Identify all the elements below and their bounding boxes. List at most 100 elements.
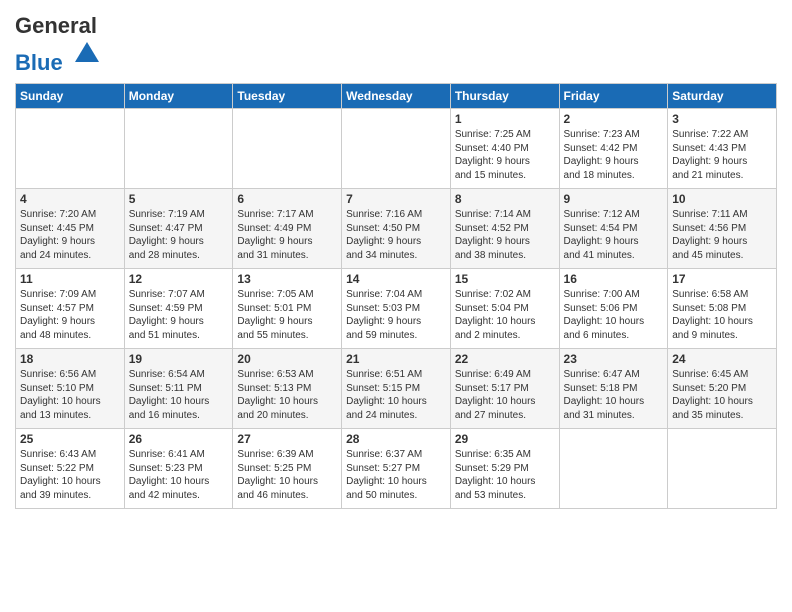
cell-content: Sunrise: 6:35 AM Sunset: 5:29 PM Dayligh…	[455, 448, 555, 502]
calendar-cell	[342, 109, 451, 189]
weekday-header-tuesday: Tuesday	[233, 84, 342, 109]
calendar-cell: 1Sunrise: 7:25 AM Sunset: 4:40 PM Daylig…	[450, 109, 559, 189]
calendar-cell: 26 Sunrise: 6:41 AM Sunset: 5:23 PM Dayli…	[124, 429, 233, 509]
calendar-cell: 17 Sunrise: 6:58 AM Sunset: 5:08 PM Dayli…	[668, 269, 777, 349]
calendar-cell	[559, 429, 668, 509]
weekday-header-saturday: Saturday	[668, 84, 777, 109]
day-number: 10	[672, 192, 772, 206]
calendar-cell: 13Sunrise: 7:05 AM Sunset: 5:01 PM Dayli…	[233, 269, 342, 349]
cell-content: Sunrise: 6:37 AM Sunset: 5:27 PM Dayligh…	[346, 448, 446, 502]
day-number: 25	[20, 432, 120, 446]
cell-content: Sunrise: 7:20 AM Sunset: 4:45 PM Dayligh…	[20, 208, 120, 262]
day-number: 5	[129, 192, 229, 206]
day-number: 14	[346, 272, 446, 286]
day-number: 13	[237, 272, 337, 286]
day-number: 17	[672, 272, 772, 286]
cell-content: Sunrise: 7:19 AM Sunset: 4:47 PM Dayligh…	[129, 208, 229, 262]
day-number: 19	[129, 352, 229, 366]
calendar-cell: 8 Sunrise: 7:14 AM Sunset: 4:52 PM Daylig…	[450, 189, 559, 269]
calendar-cell: 25 Sunrise: 6:43 AM Sunset: 5:22 PM Dayli…	[16, 429, 125, 509]
calendar-cell	[233, 109, 342, 189]
calendar-cell: 11 Sunrise: 7:09 AM Sunset: 4:57 PM Dayli…	[16, 269, 125, 349]
cell-content: Sunrise: 7:02 AM Sunset: 5:04 PM Dayligh…	[455, 288, 555, 342]
weekday-header-sunday: Sunday	[16, 84, 125, 109]
day-number: 29	[455, 432, 555, 446]
weekday-header-thursday: Thursday	[450, 84, 559, 109]
calendar-cell: 27 Sunrise: 6:39 AM Sunset: 5:25 PM Dayli…	[233, 429, 342, 509]
cell-content: Sunrise: 7:12 AM Sunset: 4:54 PM Dayligh…	[564, 208, 664, 262]
day-number: 24	[672, 352, 772, 366]
calendar-table: SundayMondayTuesdayWednesdayThursdayFrid…	[15, 83, 777, 509]
page-header: General Blue	[15, 10, 777, 75]
day-number: 21	[346, 352, 446, 366]
calendar-cell: 2 Sunrise: 7:23 AM Sunset: 4:42 PM Daylig…	[559, 109, 668, 189]
calendar-cell: 3 Sunrise: 7:22 AM Sunset: 4:43 PM Daylig…	[668, 109, 777, 189]
cell-content: Sunrise: 6:41 AM Sunset: 5:23 PM Dayligh…	[129, 448, 229, 502]
calendar-cell: 21 Sunrise: 6:51 AM Sunset: 5:15 PM Dayli…	[342, 349, 451, 429]
calendar-cell: 19 Sunrise: 6:54 AM Sunset: 5:11 PM Dayli…	[124, 349, 233, 429]
day-number: 20	[237, 352, 337, 366]
day-number: 2	[564, 112, 664, 126]
cell-content: Sunrise: 7:22 AM Sunset: 4:43 PM Dayligh…	[672, 128, 772, 182]
day-number: 27	[237, 432, 337, 446]
cell-content: Sunrise: 6:47 AM Sunset: 5:18 PM Dayligh…	[564, 368, 664, 422]
weekday-header-monday: Monday	[124, 84, 233, 109]
day-number: 8	[455, 192, 555, 206]
calendar-cell: 18 Sunrise: 6:56 AM Sunset: 5:10 PM Dayli…	[16, 349, 125, 429]
calendar-cell	[16, 109, 125, 189]
day-number: 9	[564, 192, 664, 206]
day-number: 3	[672, 112, 772, 126]
day-number: 28	[346, 432, 446, 446]
calendar-cell: 6Sunrise: 7:17 AM Sunset: 4:49 PM Daylig…	[233, 189, 342, 269]
logo: General Blue	[15, 14, 103, 75]
calendar-cell: 23 Sunrise: 6:47 AM Sunset: 5:18 PM Dayli…	[559, 349, 668, 429]
calendar-cell: 9 Sunrise: 7:12 AM Sunset: 4:54 PM Daylig…	[559, 189, 668, 269]
logo-blue-text: Blue	[15, 50, 63, 75]
cell-content: Sunrise: 6:53 AM Sunset: 5:13 PM Dayligh…	[237, 368, 337, 422]
cell-content: Sunrise: 7:09 AM Sunset: 4:57 PM Dayligh…	[20, 288, 120, 342]
day-number: 11	[20, 272, 120, 286]
calendar-cell: 5 Sunrise: 7:19 AM Sunset: 4:47 PM Daylig…	[124, 189, 233, 269]
calendar-cell: 22 Sunrise: 6:49 AM Sunset: 5:17 PM Dayli…	[450, 349, 559, 429]
cell-content: Sunrise: 6:51 AM Sunset: 5:15 PM Dayligh…	[346, 368, 446, 422]
day-number: 22	[455, 352, 555, 366]
calendar-cell: 28 Sunrise: 6:37 AM Sunset: 5:27 PM Dayli…	[342, 429, 451, 509]
logo-general-text: General	[15, 13, 97, 38]
cell-content: Sunrise: 7:14 AM Sunset: 4:52 PM Dayligh…	[455, 208, 555, 262]
cell-content: Sunrise: 7:11 AM Sunset: 4:56 PM Dayligh…	[672, 208, 772, 262]
calendar-cell: 15 Sunrise: 7:02 AM Sunset: 5:04 PM Dayli…	[450, 269, 559, 349]
day-number: 12	[129, 272, 229, 286]
weekday-header-friday: Friday	[559, 84, 668, 109]
cell-content: Sunrise: 6:54 AM Sunset: 5:11 PM Dayligh…	[129, 368, 229, 422]
calendar-cell: 24 Sunrise: 6:45 AM Sunset: 5:20 PM Dayli…	[668, 349, 777, 429]
cell-content: Sunrise: 7:23 AM Sunset: 4:42 PM Dayligh…	[564, 128, 664, 182]
day-number: 16	[564, 272, 664, 286]
day-number: 1	[455, 112, 555, 126]
calendar-cell: 12 Sunrise: 7:07 AM Sunset: 4:59 PM Dayli…	[124, 269, 233, 349]
calendar-cell: 4 Sunrise: 7:20 AM Sunset: 4:45 PM Daylig…	[16, 189, 125, 269]
cell-content: Sunrise: 6:56 AM Sunset: 5:10 PM Dayligh…	[20, 368, 120, 422]
calendar-cell: 10 Sunrise: 7:11 AM Sunset: 4:56 PM Dayli…	[668, 189, 777, 269]
calendar-cell	[124, 109, 233, 189]
cell-content: Sunrise: 6:49 AM Sunset: 5:17 PM Dayligh…	[455, 368, 555, 422]
weekday-header-wednesday: Wednesday	[342, 84, 451, 109]
calendar-cell: 7Sunrise: 7:16 AM Sunset: 4:50 PM Daylig…	[342, 189, 451, 269]
cell-content: Sunrise: 6:58 AM Sunset: 5:08 PM Dayligh…	[672, 288, 772, 342]
calendar-cell: 16 Sunrise: 7:00 AM Sunset: 5:06 PM Dayli…	[559, 269, 668, 349]
day-number: 26	[129, 432, 229, 446]
cell-content: Sunrise: 7:07 AM Sunset: 4:59 PM Dayligh…	[129, 288, 229, 342]
calendar-cell: 29 Sunrise: 6:35 AM Sunset: 5:29 PM Dayli…	[450, 429, 559, 509]
day-number: 15	[455, 272, 555, 286]
cell-content: Sunrise: 6:43 AM Sunset: 5:22 PM Dayligh…	[20, 448, 120, 502]
logo-icon	[71, 38, 103, 70]
calendar-cell	[668, 429, 777, 509]
cell-content: Sunrise: 6:39 AM Sunset: 5:25 PM Dayligh…	[237, 448, 337, 502]
cell-content: Sunrise: 7:04 AM Sunset: 5:03 PM Dayligh…	[346, 288, 446, 342]
day-number: 23	[564, 352, 664, 366]
cell-content: Sunrise: 7:00 AM Sunset: 5:06 PM Dayligh…	[564, 288, 664, 342]
cell-content: Sunrise: 6:45 AM Sunset: 5:20 PM Dayligh…	[672, 368, 772, 422]
day-number: 4	[20, 192, 120, 206]
cell-content: Sunrise: 7:16 AM Sunset: 4:50 PM Dayligh…	[346, 208, 446, 262]
day-number: 18	[20, 352, 120, 366]
cell-content: Sunrise: 7:17 AM Sunset: 4:49 PM Dayligh…	[237, 208, 337, 262]
